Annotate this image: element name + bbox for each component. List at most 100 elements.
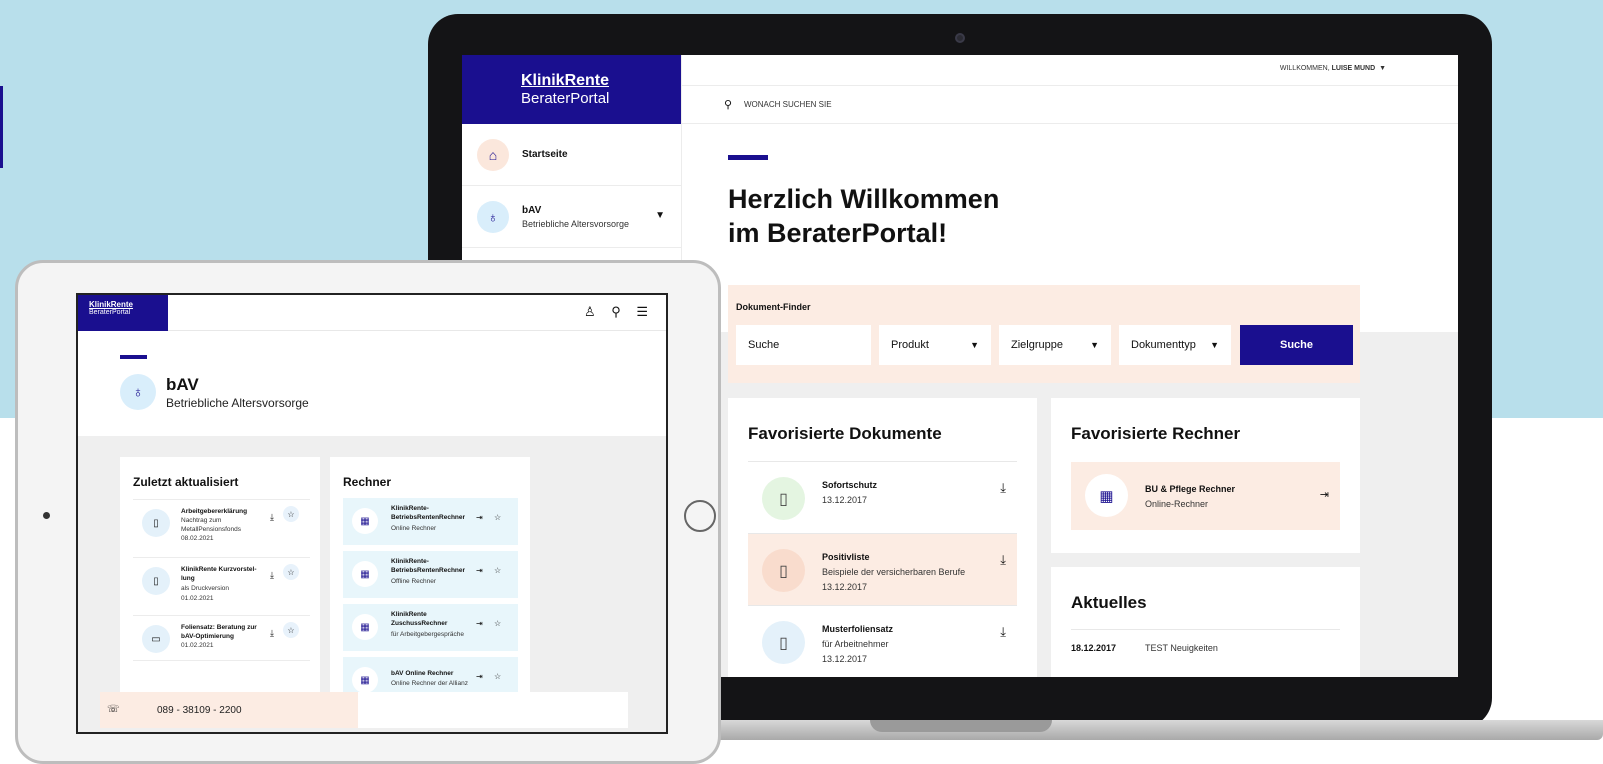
star-icon[interactable]: ☆ [283,564,299,580]
card-title: Favorisierte Rechner [1071,424,1241,443]
calculator-icon: ▦ [352,508,378,534]
tablet-header: KlinikRente BeraterPortal ♙ ⚲ ☰ [78,295,666,331]
doc-subtitle: als Druckversion [181,585,230,592]
section-subtitle: Betriebliche Altersvorsorge [166,396,309,410]
search-input[interactable]: WONACH SUCHEN SIE [744,100,832,109]
open-link-icon[interactable]: ⇥ [476,566,483,575]
star-icon[interactable]: ☆ [283,506,299,522]
sidebar-item-label: Startseite [522,149,568,160]
laptop-camera [955,33,965,43]
calculator-subtitle: Online-Rechner [1145,499,1209,509]
money-bag-icon: ♁ [477,200,509,233]
star-icon[interactable]: ☆ [283,622,299,638]
chevron-down-icon: ▼ [1210,340,1219,350]
download-icon[interactable]: ⤓ [1000,480,1006,496]
top-bar: WILLKOMMEN, LUISE MUND ▼ [682,55,1458,86]
open-link-icon[interactable]: ⇥ [1320,488,1329,501]
calculators-card: Rechner ▦ KlinikRente-BetriebsRentenRech… [330,457,530,717]
open-link-icon[interactable]: ⇥ [476,619,483,628]
home-icon: ⌂ [477,138,509,171]
card-title: Favorisierte Dokumente [748,424,942,443]
doc-title: Arbeitgebererklärung [181,508,248,515]
list-item[interactable]: ▯ Sofortschutz 13.12.2017 ⤓ [748,461,1017,533]
header-icons[interactable]: ♙ ⚲ ☰ [584,304,654,320]
calculator-item[interactable]: ▦ KlinikRente ZuschussRechner für Arbeit… [343,604,518,651]
list-item[interactable]: ▯ Positivliste Beispiele der versicherba… [748,533,1017,605]
download-icon[interactable]: ⤓ [270,512,274,523]
logo-brand: KlinikRente [521,72,610,89]
calculator-subtitle: Online Rechner der Allianz [391,680,468,687]
star-icon[interactable]: ☆ [494,566,501,575]
star-icon[interactable]: ☆ [494,672,501,681]
finder-target-select[interactable]: Zielgruppe ▼ [999,325,1111,365]
laptop-notch [870,720,1052,732]
finder-product-select[interactable]: Produkt ▼ [879,325,991,365]
search-bar[interactable]: ⚲ WONACH SUCHEN SIE [682,86,1458,124]
sidebar-item-startseite[interactable]: ⌂ Startseite [462,124,681,186]
calculator-icon: ▦ [1085,474,1128,517]
list-item[interactable]: ▯ Arbeitgebererklärung Nachtrag zum Meta… [133,499,310,557]
download-icon[interactable]: ⤓ [1000,552,1006,568]
logo[interactable]: KlinikRente BeraterPortal [78,295,168,331]
doc-date: 13.12.2017 [822,654,868,664]
news-text[interactable]: TEST Neuigkeiten [1145,643,1218,653]
sidebar-item-bav[interactable]: ♁ bAV Betriebliche Altersvorsorge ▼ [462,186,681,248]
star-icon[interactable]: ☆ [494,619,501,628]
section-accent-bar [120,355,147,359]
doc-title: KlinikRente Kurzvorstel-lung [181,566,257,582]
doc-subtitle: für Arbeitnehmer [822,639,889,649]
logo[interactable]: KlinikRente BeraterPortal [462,55,681,124]
page-title: Herzlich Willkommen im BeraterPortal! [728,182,999,250]
favorite-calculators-card: Favorisierte Rechner ▦ BU & Pflege Rechn… [1051,398,1360,553]
open-link-icon[interactable]: ⇥ [476,513,483,522]
tablet-screen: KlinikRente BeraterPortal ♙ ⚲ ☰ ♁ bAV Be… [76,293,668,734]
calculator-title: BU & Pflege Rechner [1145,484,1236,494]
finder-doctype-select[interactable]: Dokumenttyp ▼ [1119,325,1231,365]
calculator-item[interactable]: ▦ KlinikRente-BetriebsRentenRechner Onli… [343,498,518,545]
chevron-down-icon: ▼ [1377,65,1386,72]
sidebar-item-sublabel: Betriebliche Altersvorsorge [522,218,630,229]
document-icon: ▯ [142,509,170,537]
download-icon[interactable]: ⤓ [1000,624,1006,640]
calculator-icon: ▦ [352,614,378,640]
download-icon[interactable]: ⤓ [270,628,274,639]
calculator-title: KlinikRente ZuschussRechner [391,611,448,627]
chevron-down-icon[interactable]: ▼ [655,210,665,221]
logo-subtitle: BeraterPortal [89,309,131,316]
card-title: Zuletzt aktualisiert [133,475,239,489]
phone-number[interactable]: 089 - 38109 - 2200 [157,705,242,716]
download-icon[interactable]: ⤓ [270,570,274,581]
list-item[interactable]: ▯ KlinikRente Kurzvorstel-lung als Druck… [133,557,310,615]
section-title: bAV [166,375,199,394]
chevron-down-icon: ▼ [1090,340,1099,350]
list-item[interactable]: ▯ Musterfoliensatz für Arbeitnehmer 13.1… [748,605,1017,677]
doc-subtitle: Beispiele der versicherbaren Berufe [822,567,966,577]
list-item[interactable]: ▭ Foliensatz: Beratung zur bAV-Optimieru… [133,615,310,661]
doc-subtitle: Nachtrag zum MetallPensionsfonds [181,517,241,533]
calculator-title: bAV Online Rechner [391,670,454,677]
card-title: Rechner [343,475,392,489]
doc-date: 01.02.2021 [181,642,214,649]
recent-card: Zuletzt aktualisiert ▯ Arbeitgebererklär… [120,457,320,717]
tablet-home-button [684,500,716,532]
hero-accent-bar [728,155,768,160]
doc-date: 13.12.2017 [822,582,868,592]
news-card: Aktuelles 18.12.2017 TEST Neuigkeiten [1051,567,1360,677]
logo-subtitle: BeraterPortal [521,90,610,107]
finder-search-input[interactable]: Suche [736,325,871,365]
calculator-item[interactable]: ▦ KlinikRente-BetriebsRentenRechner Offl… [343,551,518,598]
page-title-line2: im BeraterPortal! [728,218,948,248]
doc-title: Musterfoliensatz [822,624,894,634]
card-title: Aktuelles [1071,593,1147,612]
user-name: LUISE MUND [1331,65,1376,72]
user-menu[interactable]: WILLKOMMEN, LUISE MUND ▼ [1280,65,1386,72]
calculator-title: KlinikRente-BetriebsRentenRechner [391,505,466,521]
finder-label: Dokument-Finder [736,302,811,312]
star-icon[interactable]: ☆ [494,513,501,522]
doc-date: 13.12.2017 [822,495,868,505]
open-link-icon[interactable]: ⇥ [476,672,483,681]
calculator-item[interactable]: ▦ BU & Pflege Rechner Online-Rechner ⇥ [1071,462,1340,530]
background-accent [0,86,3,168]
document-icon: ▯ [762,549,805,592]
finder-submit-button[interactable]: Suche [1240,325,1353,365]
